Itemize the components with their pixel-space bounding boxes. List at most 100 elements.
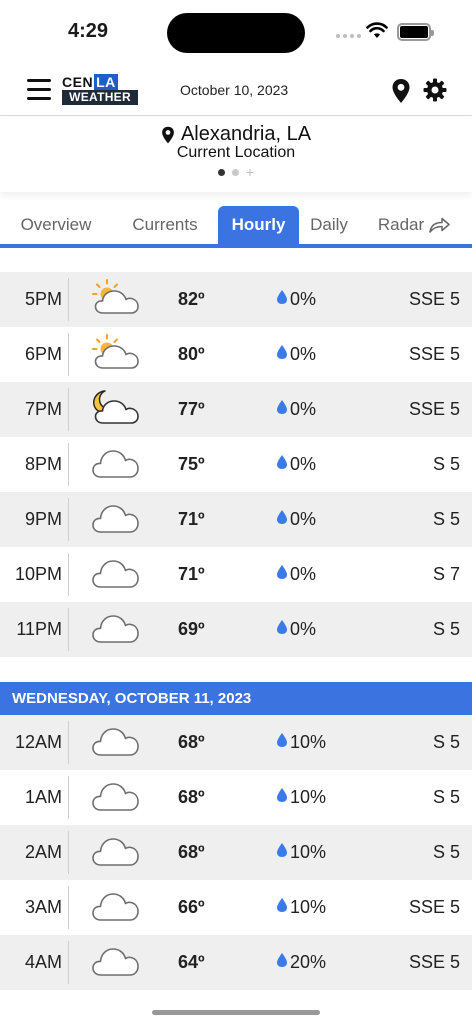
tab-overview[interactable]: Overview bbox=[12, 206, 100, 244]
hour-label: 6PM bbox=[24, 344, 62, 364]
row-divider bbox=[68, 608, 69, 651]
cloud-icon bbox=[90, 721, 142, 761]
hourly-row[interactable]: 5PM 82º 0% SSE 5 bbox=[0, 272, 472, 327]
hourly-row[interactable]: 4AM 64º 20% SSE 5 bbox=[0, 935, 472, 990]
precipitation: 0% bbox=[276, 382, 316, 437]
wind: SSE 5 bbox=[408, 289, 460, 309]
precipitation-value: 0% bbox=[290, 454, 317, 474]
location-pin-icon[interactable] bbox=[391, 78, 411, 104]
hourly-row[interactable]: 7PM 77º 0% SSE 5 bbox=[0, 382, 472, 437]
cloud-icon bbox=[90, 608, 142, 648]
precipitation: 0% bbox=[276, 547, 316, 602]
hour-label: 4AM bbox=[24, 952, 62, 972]
precipitation: 10% bbox=[276, 880, 326, 935]
raindrop-icon bbox=[276, 952, 288, 973]
raindrop-icon bbox=[276, 732, 288, 753]
tab-radar[interactable]: Radar bbox=[372, 206, 456, 244]
tab-bar: Overview Currents Hourly Daily Radar bbox=[0, 204, 472, 248]
precipitation-value: 10% bbox=[290, 787, 327, 807]
hour-label: 10PM bbox=[14, 564, 62, 584]
hourly-row[interactable]: 12AM 68º 10% S 5 bbox=[0, 715, 472, 770]
raindrop-icon bbox=[276, 399, 288, 420]
cloud-icon bbox=[90, 941, 142, 981]
temperature: 68º bbox=[178, 732, 205, 752]
tab-hourly[interactable]: Hourly bbox=[218, 206, 299, 244]
precipitation-value: 20% bbox=[290, 952, 327, 972]
row-divider bbox=[68, 388, 69, 431]
temperature: 71º bbox=[178, 509, 205, 529]
location-subtitle: Current Location bbox=[176, 144, 296, 161]
precipitation: 0% bbox=[276, 327, 316, 382]
row-divider bbox=[68, 553, 69, 596]
raindrop-icon bbox=[276, 344, 288, 365]
hourly-row[interactable]: 1AM 68º 10% S 5 bbox=[0, 770, 472, 825]
wind: SSE 5 bbox=[408, 399, 460, 419]
temperature: 82º bbox=[178, 289, 205, 309]
raindrop-icon bbox=[276, 842, 288, 863]
cloud-icon bbox=[90, 886, 142, 926]
temperature: 68º bbox=[178, 787, 205, 807]
app-header: CEN LA WEATHER October 10, 2023 bbox=[0, 62, 472, 116]
hourly-list-tomorrow: 12AM 68º 10% S 5 1AM 68º 10% S 5 2AM 68º 10% S 5 3AM… bbox=[0, 715, 472, 990]
cloud-icon bbox=[90, 443, 142, 483]
wind: S 5 bbox=[432, 619, 460, 639]
raindrop-icon bbox=[276, 509, 288, 530]
wind: S 5 bbox=[432, 787, 460, 807]
cenla-weather-logo: CEN LA WEATHER bbox=[62, 73, 138, 106]
row-divider bbox=[68, 333, 69, 376]
hourly-row[interactable]: 8PM 75º 0% S 5 bbox=[0, 437, 472, 492]
hour-label: 9PM bbox=[24, 509, 62, 529]
temperature: 68º bbox=[178, 842, 205, 862]
location-page-indicator[interactable]: + bbox=[0, 165, 472, 179]
row-divider bbox=[68, 443, 69, 486]
battery-icon bbox=[397, 23, 434, 41]
wind: S 5 bbox=[432, 732, 460, 752]
day-header: WEDNESDAY, OCTOBER 11, 2023 bbox=[0, 682, 472, 715]
raindrop-icon bbox=[276, 619, 288, 640]
hour-label: 12AM bbox=[14, 732, 62, 752]
temperature: 64º bbox=[178, 952, 205, 972]
row-divider bbox=[68, 278, 69, 321]
precipitation-value: 0% bbox=[290, 399, 317, 419]
tab-daily[interactable]: Daily bbox=[304, 206, 354, 244]
hour-label: 2AM bbox=[24, 842, 62, 862]
hourly-row[interactable]: 9PM 71º 0% S 5 bbox=[0, 492, 472, 547]
tab-radar-label: Radar bbox=[377, 215, 425, 234]
hour-label: 1AM bbox=[24, 787, 62, 807]
home-indicator[interactable] bbox=[152, 1010, 320, 1015]
hourly-row[interactable]: 11PM 69º 0% S 5 bbox=[0, 602, 472, 657]
hour-label: 3AM bbox=[24, 897, 62, 917]
raindrop-icon bbox=[276, 564, 288, 585]
partly-sunny-icon bbox=[90, 278, 142, 318]
raindrop-icon bbox=[276, 787, 288, 808]
gear-icon[interactable] bbox=[423, 78, 447, 102]
hamburger-menu-icon[interactable] bbox=[27, 79, 51, 101]
precipitation-value: 10% bbox=[290, 897, 327, 917]
location-selector[interactable]: Alexandria, LA Current Location + bbox=[0, 117, 472, 192]
hourly-row[interactable]: 6PM 80º 0% SSE 5 bbox=[0, 327, 472, 382]
row-divider bbox=[68, 831, 69, 874]
wind: SSE 5 bbox=[408, 344, 460, 364]
cloud-icon bbox=[90, 831, 142, 871]
precipitation: 0% bbox=[276, 272, 316, 327]
wind: S 5 bbox=[432, 509, 460, 529]
row-divider bbox=[68, 886, 69, 929]
status-bar: 4:29 bbox=[0, 0, 472, 62]
status-time: 4:29 bbox=[68, 20, 109, 42]
location-name: Alexandria, LA bbox=[180, 123, 312, 145]
precipitation: 0% bbox=[276, 602, 316, 657]
precipitation-value: 0% bbox=[290, 564, 317, 584]
precipitation: 20% bbox=[276, 935, 326, 990]
cloud-icon bbox=[90, 553, 142, 593]
hourly-row[interactable]: 10PM 71º 0% S 7 bbox=[0, 547, 472, 602]
raindrop-icon bbox=[276, 897, 288, 918]
wifi-icon bbox=[366, 22, 388, 38]
hourly-row[interactable]: 2AM 68º 10% S 5 bbox=[0, 825, 472, 880]
precipitation-value: 0% bbox=[290, 289, 317, 309]
tab-currents[interactable]: Currents bbox=[122, 206, 208, 244]
add-location-icon[interactable]: + bbox=[246, 165, 254, 179]
hourly-row[interactable]: 3AM 66º 10% SSE 5 bbox=[0, 880, 472, 935]
precipitation-value: 0% bbox=[290, 619, 317, 639]
temperature: 80º bbox=[178, 344, 205, 364]
precipitation-value: 10% bbox=[290, 842, 327, 862]
